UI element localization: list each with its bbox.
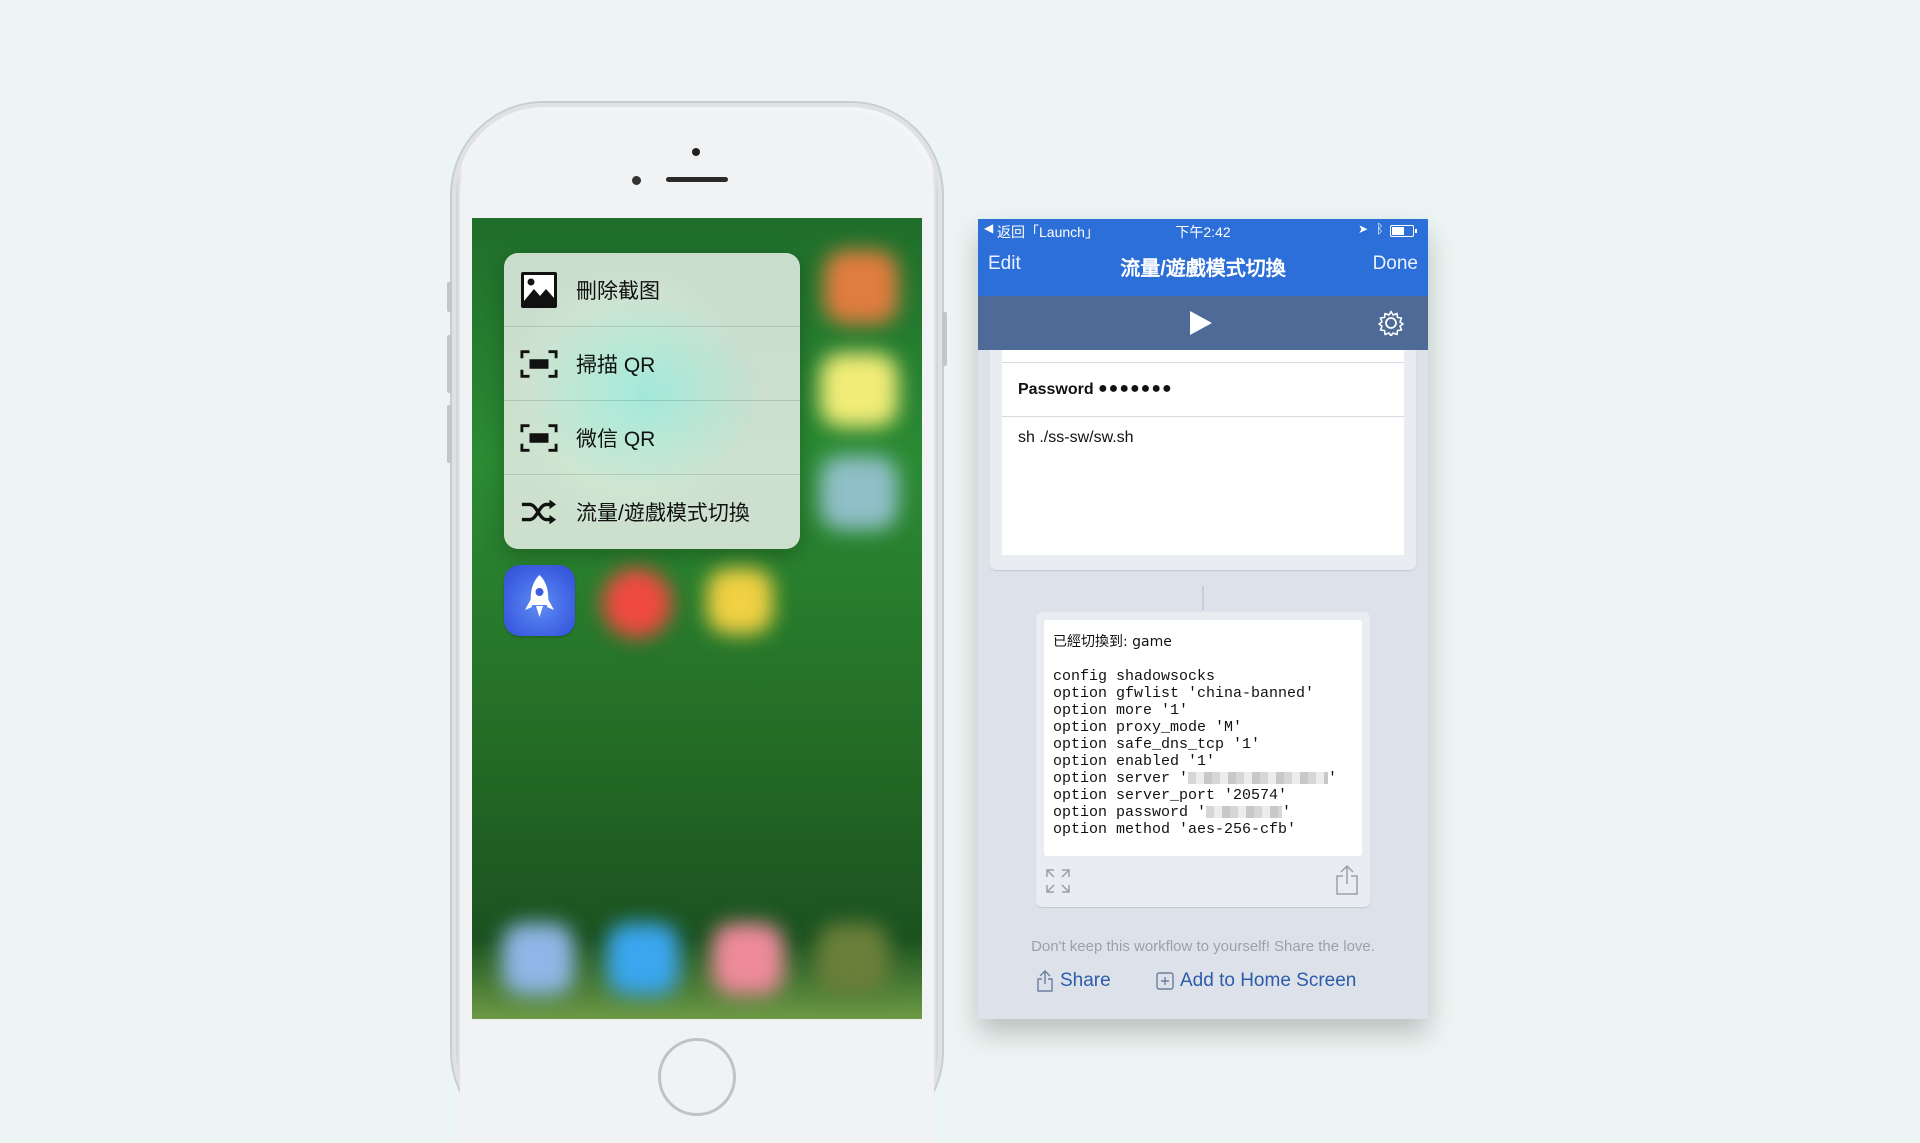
blurred-dock-icon	[817, 923, 889, 995]
quote-mark: '	[1328, 770, 1338, 787]
output-line-password: option password ' '	[1053, 804, 1291, 821]
proximity-sensor	[632, 176, 641, 185]
add-square-icon	[1156, 972, 1174, 990]
mute-switch	[447, 282, 452, 312]
quick-action-label: 掃描 QR	[576, 353, 656, 377]
output-line: option method 'aes-256-cfb'	[1053, 821, 1297, 838]
blurred-dock-icon	[502, 923, 574, 995]
power-button	[942, 312, 947, 366]
run-script-action-card: Password ●●●●●●● sh ./ss-sw/sw.sh	[990, 350, 1416, 570]
output-line: option server '	[1053, 770, 1189, 787]
location-arrow-icon: ➤	[1358, 222, 1369, 236]
volume-up-button	[447, 335, 452, 393]
blurred-app-icon	[820, 353, 898, 427]
blurred-app-icon	[824, 250, 898, 324]
front-camera	[692, 148, 700, 156]
password-label: Password	[1018, 381, 1094, 398]
output-line: 已經切換到: game	[1053, 634, 1172, 650]
volume-down-button	[447, 405, 452, 463]
output-line: option enabled '1'	[1053, 753, 1216, 770]
qr-scan-icon	[520, 345, 558, 383]
output-line: option password '	[1053, 804, 1207, 821]
quick-action-label: 流量/遊戲模式切換	[576, 502, 750, 525]
quick-action-mode-toggle[interactable]: 流量/遊戲模式切換	[504, 475, 800, 549]
quick-action-delete-screenshot[interactable]: 刪除截图	[504, 253, 800, 327]
divider	[1002, 362, 1404, 363]
quick-action-label: 刪除截图	[576, 279, 660, 303]
home-button[interactable]	[658, 1038, 736, 1116]
battery-icon	[1390, 225, 1417, 237]
blurred-app-icon	[602, 568, 672, 638]
action-connector	[1202, 586, 1204, 610]
quick-action-label: 微信 QR	[576, 427, 656, 451]
redacted-value	[1188, 772, 1329, 785]
qr-scan-icon	[520, 419, 558, 457]
output-line: option server_port '20574'	[1053, 787, 1288, 804]
result-output: 已經切換到: game config shadowsocks option gf…	[1044, 620, 1362, 856]
share-icon	[1037, 970, 1053, 992]
earpiece-speaker	[666, 177, 728, 182]
quick-action-wechat-qr[interactable]: 微信 QR	[504, 401, 800, 475]
quick-action-menu: 刪除截图 掃描 QR 微信 QR 流量/遊戲模式切換	[504, 253, 800, 549]
shuffle-icon	[520, 493, 558, 531]
output-line-server: option server ' '	[1053, 770, 1337, 787]
share-icon[interactable]	[1334, 864, 1360, 896]
add-home-label: Add to Home Screen	[1180, 970, 1357, 991]
blurred-dock-icon	[712, 923, 784, 995]
redacted-value	[1206, 806, 1283, 819]
divider	[1002, 416, 1404, 417]
output-line: config shadowsocks	[1053, 668, 1216, 685]
output-line: option more '1'	[1053, 702, 1189, 719]
script-text-field[interactable]: sh ./ss-sw/sw.sh	[1018, 429, 1134, 447]
workflow-toolbar	[978, 296, 1428, 350]
share-prompt-text: Don't keep this workflow to yourself! Sh…	[1031, 938, 1375, 955]
launch-center-app-icon[interactable]	[504, 565, 575, 636]
rocket-icon	[525, 575, 554, 617]
action-content: Password ●●●●●●● sh ./ss-sw/sw.sh	[1002, 350, 1404, 555]
output-line: option safe_dns_tcp '1'	[1053, 736, 1261, 753]
share-button[interactable]: Share	[1036, 970, 1111, 992]
expand-icon[interactable]	[1044, 867, 1072, 895]
status-bar: ◀ 返回「Launch」 下午2:42 ➤ ᛒ	[978, 219, 1428, 241]
workflow-title: 流量/遊戲模式切換	[1120, 258, 1286, 280]
blurred-app-icon	[820, 456, 898, 530]
share-label: Share	[1060, 970, 1111, 991]
done-button[interactable]: Done	[1373, 253, 1418, 275]
quote-mark: '	[1282, 804, 1292, 821]
add-to-home-screen-button[interactable]: Add to Home Screen	[1156, 970, 1356, 992]
blurred-dock-icon	[607, 923, 679, 995]
quick-action-scan-qr[interactable]: 掃描 QR	[504, 327, 800, 401]
output-line: option proxy_mode 'M'	[1053, 719, 1243, 736]
output-line: option gfwlist 'china-banned'	[1053, 685, 1315, 702]
play-icon[interactable]	[1190, 311, 1212, 335]
gear-icon[interactable]	[1378, 310, 1404, 336]
photo-icon	[520, 271, 558, 309]
workflow-screen: ◀ 返回「Launch」 下午2:42 ➤ ᛒ Edit 流量/遊戲模式切換 D…	[978, 219, 1428, 1019]
quick-look-result-card: 已經切換到: game config shadowsocks option gf…	[1036, 612, 1370, 907]
blurred-app-icon	[707, 568, 773, 634]
bluetooth-icon: ᛒ	[1376, 221, 1384, 236]
password-field[interactable]: ●●●●●●●	[1098, 380, 1173, 398]
